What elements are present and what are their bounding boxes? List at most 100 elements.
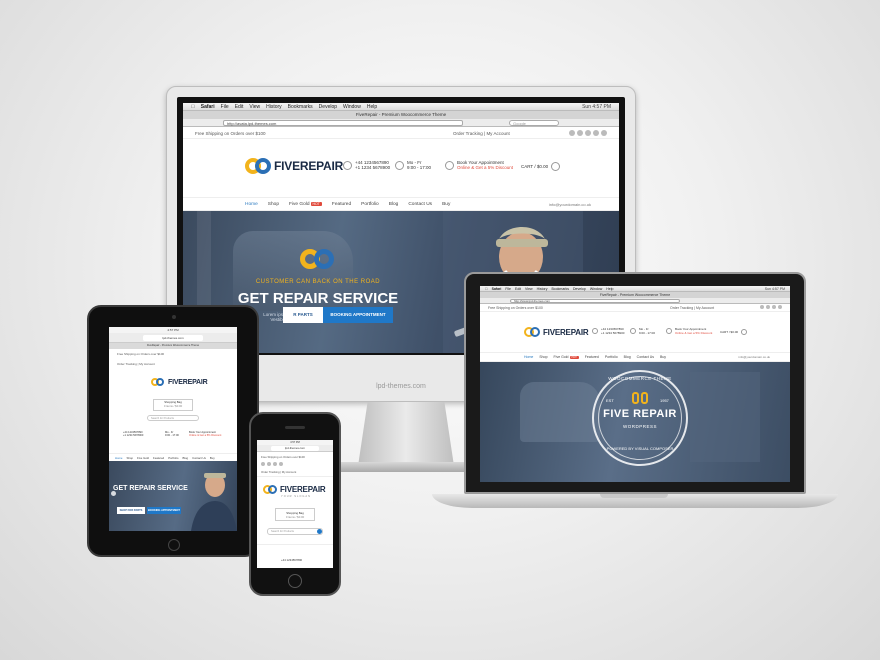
order-tracking-link[interactable]: Order Tracking | My Account (453, 131, 510, 136)
menu-develop[interactable]: Develop (319, 104, 337, 110)
browser-search-field[interactable]: Google (509, 120, 559, 126)
tablet-account-links[interactable]: Order Tracking | My Account (117, 362, 155, 366)
nav-buy[interactable]: Buy (442, 202, 450, 207)
tablet-nav-five-gold[interactable]: Five Gold (137, 454, 149, 461)
laptop-nav-shop[interactable]: Shop (539, 355, 547, 359)
tablet-booking-button[interactable]: BOOKING APPOINTMENT (147, 507, 181, 514)
nav-five-gold[interactable]: Five Gold HOT (289, 201, 322, 207)
laptop-menu-bookmarks[interactable]: Bookmarks (551, 287, 569, 291)
tablet-url-field[interactable]: lpd-themes.com (143, 335, 203, 341)
booking-appointment-button[interactable]: BOOKING APPOINTMENT (323, 307, 393, 323)
laptop-account-links[interactable]: Order Tracking | My Account (670, 306, 714, 310)
url-field[interactable]: http://avata.lpd-themes.com (223, 120, 463, 126)
tablet-site-logo[interactable]: FIVEREPAIR (151, 377, 208, 387)
nav-contact[interactable]: Contact Us (408, 202, 432, 207)
shop-parts-button[interactable]: R PARTS (283, 307, 323, 323)
nav-home[interactable]: Home (245, 202, 258, 207)
header-hours: Mo - Fr 9:00 - 17:00 (395, 160, 431, 170)
phone-linkedin-icon[interactable] (279, 462, 283, 466)
phone-search-input[interactable]: Search for Products (267, 528, 323, 535)
tablet-shopping-bag[interactable]: Shopping Bag 0 items / $0.00 (153, 399, 193, 411)
phone-shopping-bag[interactable]: Shopping Bag 0 items / $0.00 (275, 508, 315, 521)
laptop-twitter-icon[interactable] (766, 305, 770, 309)
nav-shop[interactable]: Shop (268, 202, 279, 207)
menu-help[interactable]: Help (367, 104, 377, 110)
cart-icon[interactable] (551, 162, 561, 171)
tablet-slider-prev-icon[interactable] (111, 491, 116, 496)
laptop-menu-help[interactable]: Help (606, 287, 613, 291)
hot-badge: HOT (310, 201, 322, 206)
laptop-menu-window[interactable]: Window (590, 287, 602, 291)
laptop-header-cart[interactable]: CART / $0.00 (720, 329, 748, 335)
tablet-tab[interactable]: FiveRepair - Premium Woocommerce Theme (109, 343, 237, 349)
menu-file[interactable]: File (221, 104, 229, 110)
my-account-link[interactable]: My Account (486, 131, 509, 136)
laptop-free-shipping: Free Shipping on Orders over $100 (488, 306, 543, 310)
phone-site-logo[interactable]: FIVEREPAIR (263, 484, 326, 495)
laptop-menu-edit[interactable]: Edit (515, 287, 521, 291)
laptop-menu-safari[interactable]: Safari (492, 287, 502, 291)
phone-facebook-icon[interactable] (261, 462, 265, 466)
laptop-apple-icon[interactable]:  (485, 287, 488, 291)
site-logo[interactable]: FIVEREPAIR (245, 156, 343, 176)
nav-email[interactable]: info@yourdomain.co.uk (549, 202, 591, 207)
rss-icon[interactable] (601, 130, 607, 136)
tablet-search-input[interactable]: Search for Products (147, 415, 199, 421)
phone-search-icon[interactable] (317, 529, 322, 534)
phone-logo-slogan: YOUR SLOGAN (281, 495, 312, 498)
tablet-nav-shop[interactable]: Shop (126, 454, 133, 461)
phone-twitter-icon[interactable] (267, 462, 271, 466)
tablet-header-appointment[interactable]: Book Your Appointment Online & Get a 5% D… (189, 431, 221, 437)
laptop-nav-contact[interactable]: Contact Us (637, 355, 654, 359)
tablet-nav-portfolio[interactable]: Portfolio (168, 454, 178, 461)
phone-free-shipping: Free Shipping on Orders over $100 (261, 455, 305, 459)
phone-browser-bar: lpd-themes.com (257, 445, 333, 452)
nav-featured[interactable]: Featured (332, 202, 351, 207)
nav-portfolio[interactable]: Portfolio (361, 202, 379, 207)
laptop-cart-icon[interactable] (741, 329, 748, 335)
laptop-menu-history[interactable]: History (537, 287, 548, 291)
laptop-rss-icon[interactable] (778, 305, 782, 309)
laptop-nav-home[interactable]: Home (524, 355, 533, 359)
laptop-facebook-icon[interactable] (760, 305, 764, 309)
header-appointment[interactable]: Book Your Appointment Online & Get a 5% D… (445, 160, 513, 170)
laptop-site-logo[interactable]: FIVEREPAIR (524, 326, 589, 338)
laptop-nav-portfolio[interactable]: Portfolio (605, 355, 618, 359)
linkedin-icon[interactable] (593, 130, 599, 136)
tablet-home-button[interactable] (168, 539, 180, 551)
laptop-nav-five-gold[interactable]: Five Gold HOT (554, 355, 579, 359)
laptop-header-appointment[interactable]: Book Your Appointment Online & Get a 5% D… (666, 327, 712, 335)
menu-bookmarks[interactable]: Bookmarks (288, 104, 313, 110)
laptop-nav-buy[interactable]: Buy (660, 355, 666, 359)
laptop-menu-file[interactable]: File (505, 287, 511, 291)
tablet-nav-blog[interactable]: Blog (182, 454, 188, 461)
google-plus-icon[interactable] (585, 130, 591, 136)
twitter-icon[interactable] (577, 130, 583, 136)
phone-url-field[interactable]: lpd-themes.com (271, 446, 319, 451)
browser-tab[interactable]: FiveRepair - Premium Woocommerce Theme (183, 111, 619, 119)
phone-google-icon[interactable] (273, 462, 277, 466)
laptop-url-field[interactable]: http://www.lpd-themes.com (510, 299, 680, 303)
nav-blog[interactable]: Blog (389, 202, 399, 207)
menu-edit[interactable]: Edit (235, 104, 244, 110)
laptop-menu-develop[interactable]: Develop (573, 287, 586, 291)
header-cart[interactable]: CART / $0.00 (521, 162, 561, 171)
laptop-nav-email[interactable]: info@yourdomain.co.uk (738, 355, 770, 359)
apple-icon[interactable]:  (191, 104, 195, 110)
menu-history[interactable]: History (266, 104, 282, 110)
tablet-nav-home[interactable]: Home (115, 454, 122, 461)
phone-home-button[interactable] (288, 574, 302, 588)
menu-view[interactable]: View (249, 104, 260, 110)
laptop-google-icon[interactable] (772, 305, 776, 309)
laptop-nav-blog[interactable]: Blog (624, 355, 631, 359)
tablet-nav-contact[interactable]: Contact Us (192, 454, 206, 461)
laptop-nav-featured[interactable]: Featured (585, 355, 599, 359)
laptop-menu-view[interactable]: View (525, 287, 533, 291)
menu-window[interactable]: Window (343, 104, 361, 110)
menu-safari[interactable]: Safari (201, 104, 215, 110)
tablet-shop-parts-button[interactable]: SHOP FOR PARTS (117, 507, 145, 514)
tablet-nav-buy[interactable]: Buy (210, 454, 215, 461)
phone-account-links[interactable]: Order Tracking | My Account (261, 470, 296, 474)
facebook-icon[interactable] (569, 130, 575, 136)
tablet-nav-featured[interactable]: Featured (153, 454, 164, 461)
